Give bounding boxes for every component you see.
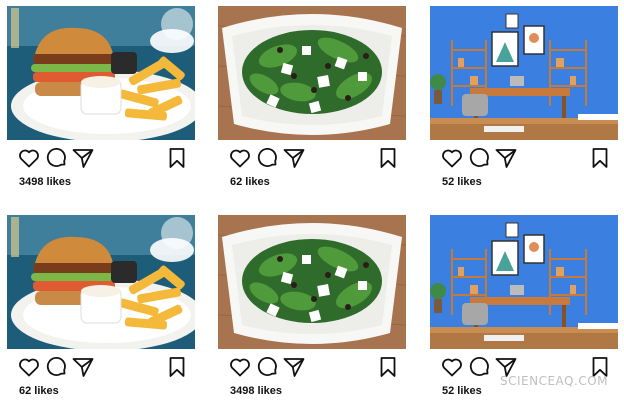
heart-icon[interactable] — [228, 355, 252, 379]
blue-office-photo[interactable] — [430, 215, 618, 349]
post-card: 3498 likes — [7, 6, 195, 196]
heart-icon[interactable] — [17, 355, 41, 379]
blue-office-photo[interactable] — [430, 6, 618, 140]
share-icon[interactable] — [71, 355, 95, 379]
likes-count[interactable]: 52 likes — [442, 385, 482, 397]
comment-icon[interactable] — [44, 146, 68, 170]
salad-bowl-photo[interactable] — [218, 6, 406, 140]
bookmark-icon[interactable] — [165, 355, 189, 379]
post-card: 62 likes — [218, 6, 406, 196]
share-icon[interactable] — [494, 146, 518, 170]
post-grid: 3498 likes 62 likes 52 likes 62 likes 34… — [0, 0, 624, 400]
likes-count[interactable]: 52 likes — [442, 176, 482, 188]
burger-fries-photo[interactable] — [7, 6, 195, 140]
heart-icon[interactable] — [440, 146, 464, 170]
post-card: 3498 likes — [218, 215, 406, 405]
comment-icon[interactable] — [255, 146, 279, 170]
post-actions — [218, 146, 406, 170]
post-actions — [218, 355, 406, 379]
watermark: SCIENCEAQ.COM — [500, 374, 608, 388]
likes-count[interactable]: 62 likes — [19, 385, 59, 397]
comment-icon[interactable] — [467, 146, 491, 170]
share-icon[interactable] — [282, 355, 306, 379]
share-icon[interactable] — [282, 146, 306, 170]
bookmark-icon[interactable] — [376, 146, 400, 170]
post-card: 62 likes — [7, 215, 195, 405]
heart-icon[interactable] — [17, 146, 41, 170]
post-actions — [430, 146, 618, 170]
heart-icon[interactable] — [440, 355, 464, 379]
heart-icon[interactable] — [228, 146, 252, 170]
comment-icon[interactable] — [44, 355, 68, 379]
share-icon[interactable] — [71, 146, 95, 170]
salad-bowl-photo[interactable] — [218, 215, 406, 349]
post-actions — [7, 146, 195, 170]
bookmark-icon[interactable] — [165, 146, 189, 170]
post-actions — [7, 355, 195, 379]
post-card: 52 likes — [430, 6, 618, 196]
likes-count[interactable]: 62 likes — [230, 176, 270, 188]
comment-icon[interactable] — [467, 355, 491, 379]
bookmark-icon[interactable] — [376, 355, 400, 379]
likes-count[interactable]: 3498 likes — [230, 385, 282, 397]
bookmark-icon[interactable] — [588, 146, 612, 170]
burger-fries-photo[interactable] — [7, 215, 195, 349]
comment-icon[interactable] — [255, 355, 279, 379]
likes-count[interactable]: 3498 likes — [19, 176, 71, 188]
